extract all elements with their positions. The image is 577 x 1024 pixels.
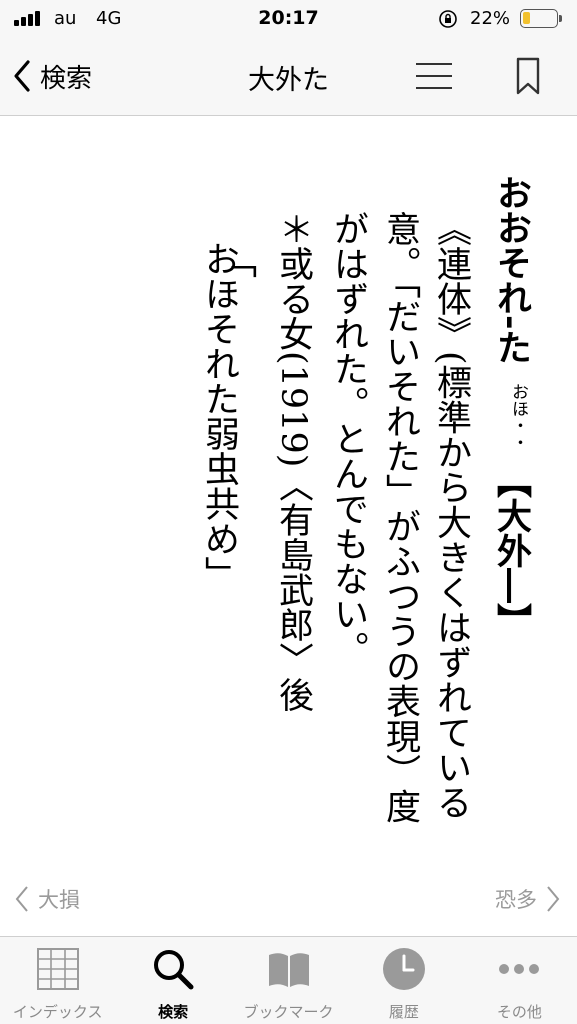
entry-content: おおそれ‐た おほ・・ 【大外―】 《連体》(標準から大きくはずれている 意。「… [0, 117, 577, 864]
entry-reading: おほ・・ [508, 383, 528, 451]
bookmark-icon[interactable] [512, 56, 544, 96]
navigation-bar: 検索 大外た [0, 38, 577, 116]
status-bar: au 4G 20:17 22% [0, 0, 577, 38]
tab-label: 履歴 [388, 1003, 419, 1021]
entry-line: おほそれた弱虫共め」 [199, 241, 239, 591]
entry-line: 《連体》(標準から大きくはずれている [431, 211, 471, 820]
entry-kanji: 【大外―】 [491, 463, 532, 638]
entry-line: 意。「だいそれた」がふつうの表現）度 [380, 211, 420, 824]
battery-level [523, 12, 530, 24]
tab-search[interactable]: 検索 [115, 937, 230, 1024]
chevron-right-icon [547, 886, 560, 912]
tab-label: 検索 [158, 1003, 189, 1021]
tab-bar: インデックス 検索 ブックマーク 履歴 その他 [0, 936, 577, 1024]
previous-entry-link[interactable]: 大損 [14, 884, 80, 914]
page-title: 大外た [248, 65, 329, 96]
battery-icon [520, 9, 562, 28]
next-entry-label: 恐多 [495, 888, 537, 912]
tab-bookmarks[interactable]: ブックマーク [231, 937, 346, 1024]
chevron-left-icon [15, 886, 28, 912]
tab-more[interactable]: その他 [462, 937, 577, 1024]
more-icon [499, 964, 540, 974]
previous-entry-label: 大損 [38, 888, 80, 912]
search-icon [154, 950, 194, 990]
tab-label: インデックス [12, 1003, 103, 1021]
rotation-lock-icon [439, 10, 457, 28]
entry-line: ＊或る女(1919)〈有島武郎〉後 [273, 211, 313, 713]
book-icon [268, 953, 309, 987]
tab-index[interactable]: インデックス [0, 937, 115, 1024]
list-icon[interactable] [414, 60, 454, 92]
clock-icon [382, 948, 425, 990]
tab-label: ブックマーク [243, 1003, 334, 1021]
next-entry-link[interactable]: 恐多 [495, 884, 561, 914]
grid-icon [36, 948, 79, 990]
entry-headword: おおそれ‐た [491, 175, 532, 365]
entry-line: がはずれた。とんでもない。 [328, 211, 368, 666]
tab-history[interactable]: 履歴 [346, 937, 461, 1024]
tab-label: その他 [496, 1003, 542, 1021]
battery-percent: 22% [470, 8, 511, 29]
